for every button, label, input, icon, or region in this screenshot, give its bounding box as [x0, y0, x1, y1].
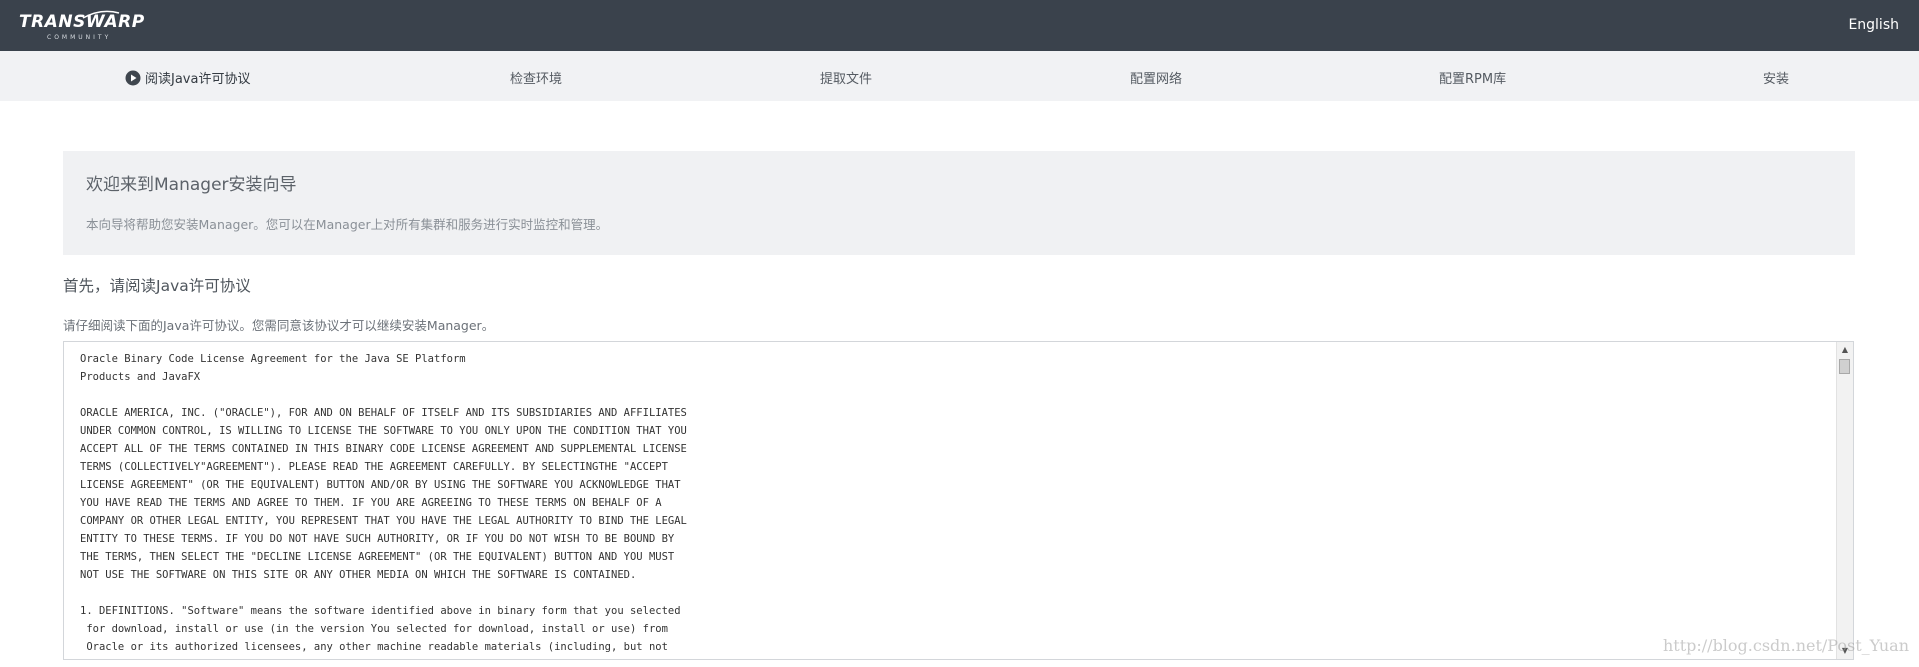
section-description: 请仔细阅读下面的Java许可协议。您需同意该协议才可以继续安装Manager。 — [63, 318, 495, 333]
step-label: 配置网络 — [1130, 72, 1183, 87]
step-check-environment: 检查环境 — [510, 68, 562, 87]
step-configure-network: 配置网络 — [1130, 68, 1182, 87]
top-navigation-bar: TRANSWARP COMMUNITY English — [0, 0, 1919, 51]
logo-swoosh-icon — [82, 10, 120, 19]
step-label: 检查环境 — [510, 72, 563, 87]
scroll-thumb[interactable] — [1839, 359, 1850, 374]
welcome-panel: 欢迎来到Manager安装向导 本向导将帮助您安装Manager。您可以在Man… — [63, 151, 1855, 255]
section-title: 首先，请阅读Java许可协议 — [63, 277, 251, 295]
welcome-title: 欢迎来到Manager安装向导 — [86, 175, 297, 195]
language-switch[interactable]: English — [1848, 17, 1899, 33]
step-configure-rpm-repo: 配置RPM库 — [1439, 68, 1506, 87]
step-read-java-license: 阅读Java许可协议 — [125, 68, 250, 87]
logo-subtext: COMMUNITY — [47, 34, 112, 41]
step-label: 阅读Java许可协议 — [145, 72, 251, 87]
watermark: http://blog.csdn.net/Post_Yuan — [1662, 636, 1909, 655]
step-install: 安装 — [1763, 68, 1789, 87]
play-circle-icon — [125, 70, 141, 86]
step-extract-files: 提取文件 — [820, 68, 872, 87]
step-label: 安装 — [1763, 72, 1790, 87]
license-scrollbar[interactable]: ▲ ▼ — [1836, 342, 1853, 659]
wizard-steps-bar: 阅读Java许可协议 检查环境 提取文件 配置网络 配置RPM库 安装 — [0, 51, 1919, 101]
step-label: 提取文件 — [820, 72, 873, 87]
license-text-area[interactable]: Oracle Binary Code License Agreement for… — [63, 341, 1854, 660]
transwarp-logo[interactable]: TRANSWARP COMMUNITY — [19, 10, 151, 42]
welcome-description: 本向导将帮助您安装Manager。您可以在Manager上对所有集群和服务进行实… — [86, 217, 609, 232]
license-text: Oracle Binary Code License Agreement for… — [80, 353, 687, 653]
scroll-up-arrow-icon[interactable]: ▲ — [1837, 342, 1853, 358]
step-label: 配置RPM库 — [1439, 72, 1507, 87]
